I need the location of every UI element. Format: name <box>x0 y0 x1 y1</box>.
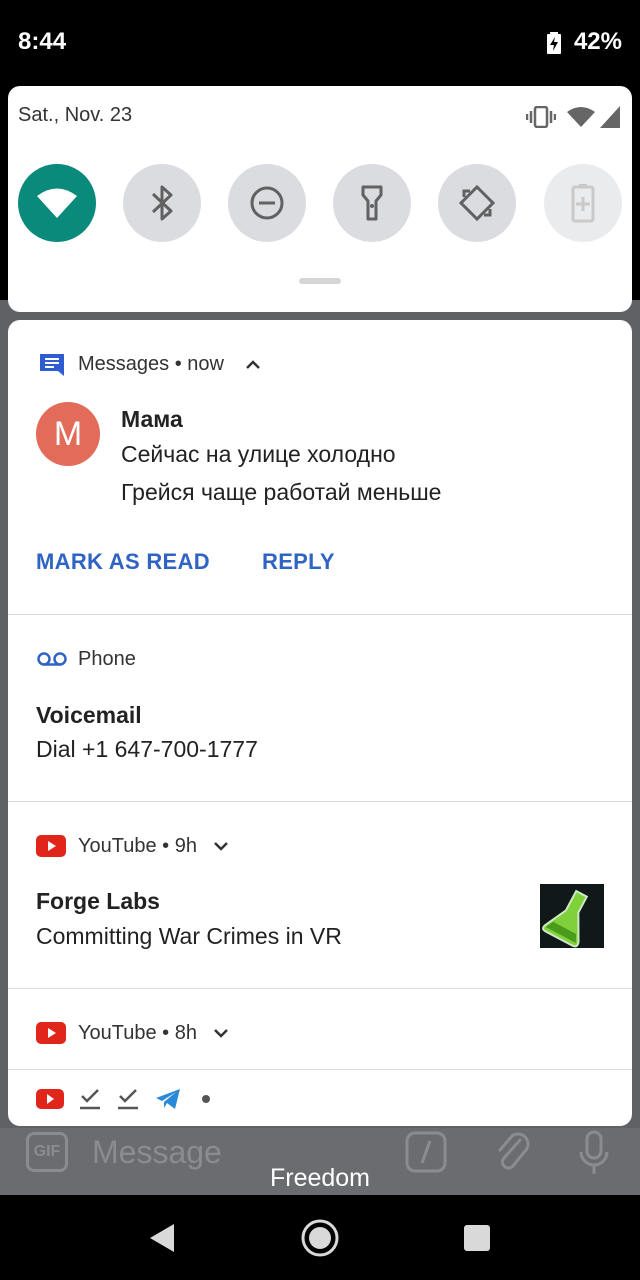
youtube-overflow-icon <box>36 1089 64 1109</box>
messages-app-icon <box>40 354 64 376</box>
header-separator: • <box>162 835 175 857</box>
task-done-icon <box>118 1089 138 1110</box>
chevron-up-icon[interactable] <box>245 358 261 370</box>
message-line-2: Грейся чаще работай меньше <box>121 479 442 505</box>
vibrate-icon <box>526 106 556 128</box>
flask-icon <box>542 889 589 948</box>
header-separator: • <box>174 353 188 375</box>
youtube-video-title: Committing War Crimes in VR <box>36 923 342 949</box>
battery-charging-icon <box>547 32 561 54</box>
messages-app-name: Messages <box>78 353 170 375</box>
youtube-time: 8h <box>174 1022 197 1044</box>
youtube-app-name: YouTube <box>78 835 157 857</box>
youtube-time: 9h <box>174 835 197 857</box>
reply-button[interactable]: REPLY <box>262 549 335 575</box>
qs-drag-handle[interactable] <box>299 278 341 284</box>
sender-avatar: M <box>36 402 100 466</box>
recents-icon[interactable] <box>463 1224 491 1252</box>
telegram-icon <box>156 1089 180 1109</box>
bluetooth-icon <box>151 185 173 221</box>
auto-rotate-tile[interactable] <box>438 164 516 242</box>
youtube-header-2[interactable]: YouTube • 8h <box>78 1022 197 1045</box>
chevron-down-icon[interactable] <box>213 1027 229 1039</box>
divider <box>8 1069 632 1070</box>
qs-date: Sat., Nov. 23 <box>18 104 133 126</box>
youtube-icon <box>36 835 66 857</box>
wifi-icon <box>37 188 77 218</box>
bluetooth-tile[interactable] <box>123 164 201 242</box>
voicemail-icon <box>37 652 67 666</box>
wifi-tile[interactable] <box>18 164 96 242</box>
voicemail-body: Dial +1 647-700-1777 <box>36 736 258 762</box>
flashlight-tile[interactable] <box>333 164 411 242</box>
battery-percentage: 42% <box>573 28 622 55</box>
task-done-icon <box>80 1089 100 1110</box>
video-thumbnail[interactable] <box>540 884 604 948</box>
divider <box>8 614 632 615</box>
keyboard-hint: Freedom <box>269 1164 371 1192</box>
youtube-channel-title: Forge Labs <box>36 888 160 914</box>
dnd-tile[interactable] <box>228 164 306 242</box>
message-sender: Мама <box>121 406 183 432</box>
avatar-letter: M <box>53 414 83 453</box>
auto-rotate-icon <box>458 184 496 222</box>
chevron-down-icon[interactable] <box>213 840 229 852</box>
youtube-header-1[interactable]: YouTube • 9h <box>78 835 197 858</box>
status-time: 8:44 <box>18 28 67 55</box>
voicemail-title: Voicemail <box>36 702 142 728</box>
home-icon[interactable] <box>300 1218 340 1258</box>
gif-label: GIF <box>33 1143 61 1160</box>
battery-saver-icon <box>571 184 595 223</box>
youtube-icon <box>36 1022 66 1044</box>
back-icon[interactable] <box>148 1222 176 1254</box>
header-separator: • <box>162 1022 175 1044</box>
phone-app-name: Phone <box>78 648 136 670</box>
mark-as-read-button[interactable]: MARK AS READ <box>36 549 210 575</box>
divider <box>8 801 632 802</box>
youtube-app-name: YouTube <box>78 1022 157 1044</box>
cell-signal-icon <box>600 106 620 128</box>
more-dot-icon <box>202 1095 210 1103</box>
do-not-disturb-icon <box>250 186 284 220</box>
divider <box>8 988 632 989</box>
flashlight-icon <box>361 185 383 221</box>
messages-time: now <box>187 353 224 375</box>
battery-saver-tile[interactable] <box>544 164 622 242</box>
messages-header[interactable]: Messages • now <box>78 353 224 376</box>
message-line-1: Сейчас на улице холодно <box>121 441 396 467</box>
wifi-signal-icon <box>567 107 595 127</box>
